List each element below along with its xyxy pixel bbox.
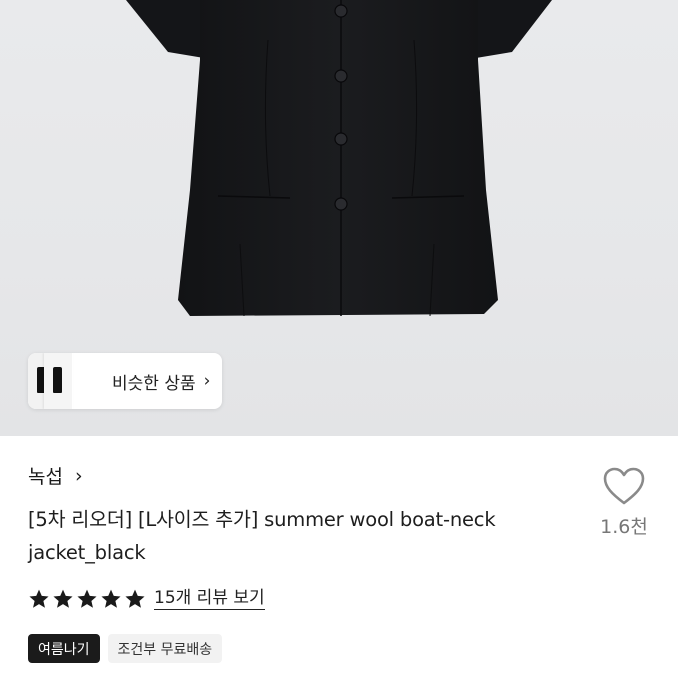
- product-detail-page: 비슷한 상품 › 녹섭 › [5차 리오더] [L사이즈 추가] summer …: [0, 0, 678, 678]
- rating-stars: [28, 588, 146, 610]
- similar-products-button[interactable]: 비슷한 상품 ›: [28, 353, 222, 409]
- tag-chip[interactable]: 조건부 무료배송: [107, 634, 223, 663]
- review-link[interactable]: 15개 리뷰 보기: [154, 588, 265, 610]
- chevron-right-icon: ›: [203, 371, 211, 391]
- like-count: 1.6천: [600, 516, 648, 538]
- product-image[interactable]: 비슷한 상품 ›: [0, 0, 678, 436]
- brand-link[interactable]: 녹섭 ›: [28, 462, 83, 489]
- tag-chip[interactable]: 여름나기: [28, 634, 100, 663]
- similar-thumbnail: [44, 353, 73, 409]
- chevron-right-icon: ›: [74, 464, 83, 487]
- product-title: [5차 리오더] [L사이즈 추가] summer wool boat-neck…: [28, 508, 496, 564]
- similar-products-thumbnails: [28, 353, 86, 409]
- tag-list: 여름나기 조건부 무료배송: [28, 634, 223, 663]
- rating-row: 15개 리뷰 보기: [28, 588, 265, 610]
- star-icon: [125, 589, 145, 608]
- star-icon: [101, 589, 121, 608]
- similar-products-label: 비슷한 상품: [112, 373, 196, 394]
- like-button[interactable]: 1.6천: [594, 466, 654, 539]
- star-icon: [77, 589, 97, 608]
- brand-name: 녹섭: [28, 466, 63, 488]
- heart-outline-icon: [603, 467, 645, 505]
- star-icon: [29, 589, 49, 608]
- star-icon: [53, 589, 73, 608]
